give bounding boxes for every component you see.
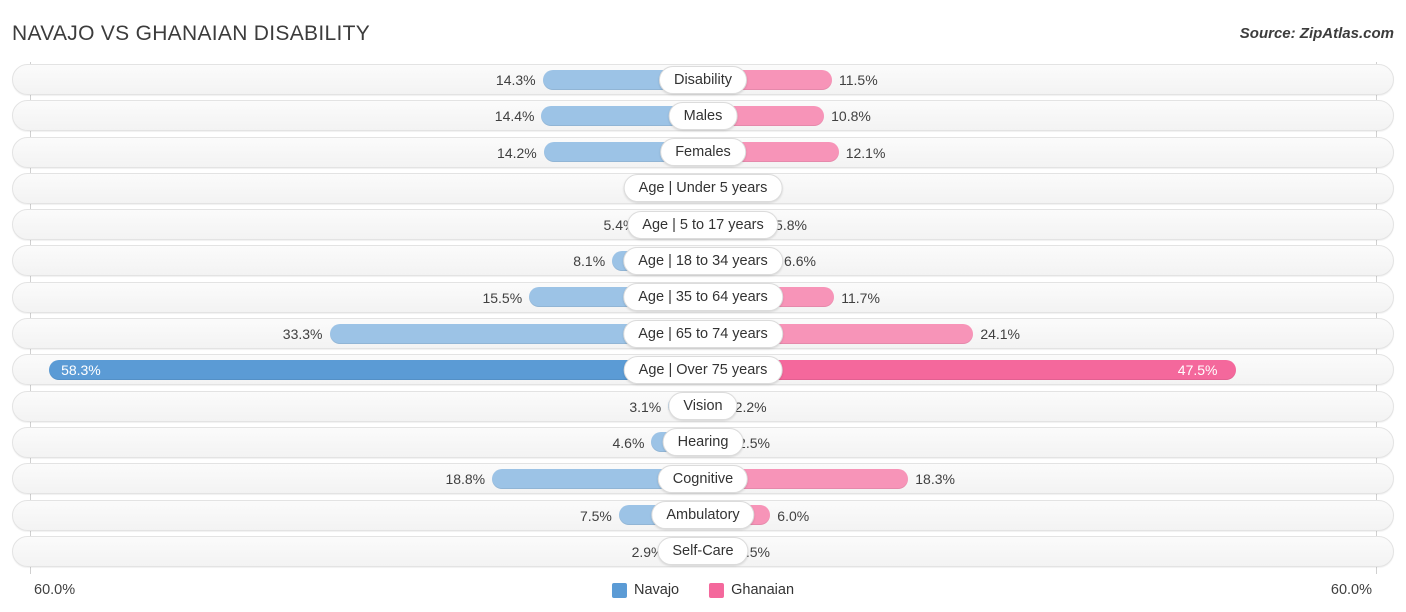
row-bars: 8.1% 6.6% Age | 18 to 34 years xyxy=(0,243,1406,279)
value-label-ghanaian: 6.6% xyxy=(784,253,816,270)
row-bars: 14.2% 12.1% Females xyxy=(0,135,1406,171)
value-label-ghanaian: 47.5% xyxy=(1177,362,1218,379)
chart-row: 14.2% 12.1% Females xyxy=(0,135,1406,171)
category-label: Disability xyxy=(658,65,748,94)
category-label: Age | 18 to 34 years xyxy=(623,246,783,275)
chart-row: 1.6%1.2%Age | Under 5 years xyxy=(0,171,1406,207)
value-label-navajo: 58.3% xyxy=(61,362,101,379)
page-title: NAVAJO VS GHANAIAN DISABILITY xyxy=(12,22,371,45)
legend-item[interactable]: Ghanaian xyxy=(709,582,794,598)
row-bars: 58.3% 47.5% Age | Over 75 years xyxy=(0,352,1406,388)
row-bars: 18.8% 18.3% Cognitive xyxy=(0,461,1406,497)
value-label-ghanaian: 11.5% xyxy=(838,72,878,88)
value-label-ghanaian: 11.7% xyxy=(841,289,880,306)
category-label: Age | 65 to 74 years xyxy=(623,319,783,348)
chart-row: 3.1% 2.2% Vision xyxy=(0,389,1406,425)
chart-row: 33.3% 24.1% Age | 65 to 74 years xyxy=(0,316,1406,352)
category-label: Ambulatory xyxy=(651,501,755,530)
category-label: Age | 5 to 17 years xyxy=(627,210,779,239)
chart-row: 4.6% 2.5% Hearing xyxy=(0,425,1406,461)
row-bars: 14.3% 11.5% Disability xyxy=(0,62,1406,98)
axis-max-left: 60.0% xyxy=(34,582,76,598)
bar-ghanaian xyxy=(703,359,1236,380)
chart-row: 8.1% 6.6% Age | 18 to 34 years xyxy=(0,243,1406,279)
category-label: Vision xyxy=(668,392,738,421)
legend-swatch-icon xyxy=(611,582,627,598)
chart-row: 15.5% 11.7% Age | 35 to 64 years xyxy=(0,280,1406,316)
row-bars: 7.5% 6.0% Ambulatory xyxy=(0,498,1406,534)
row-bars: 15.5% 11.7% Age | 35 to 64 years xyxy=(0,280,1406,316)
value-label-navajo: 14.4% xyxy=(494,108,535,125)
legend-label: Navajo xyxy=(633,582,680,598)
bar-navajo xyxy=(49,359,703,380)
chart-row: 5.4% 5.8% Age | 5 to 17 years xyxy=(0,207,1406,243)
category-label: Hearing xyxy=(662,428,744,457)
value-label-ghanaian: 18.3% xyxy=(915,471,955,488)
axis-max-right: 60.0% xyxy=(1330,582,1372,598)
row-bars: 33.3% 24.1% Age | 65 to 74 years xyxy=(0,316,1406,352)
chart-header: NAVAJO VS GHANAIAN DISABILITY Source: Zi… xyxy=(0,0,1406,58)
category-label: Males xyxy=(668,101,738,130)
category-label: Age | Under 5 years xyxy=(623,174,783,203)
value-label-navajo: 14.3% xyxy=(495,72,536,88)
value-label-ghanaian: 2.2% xyxy=(734,398,767,415)
chart-rows: 14.3% 11.5% Disability 14.4% 10.8% Males 14.2%… xyxy=(0,62,1406,570)
value-label-ghanaian: 6.0% xyxy=(777,507,810,524)
value-label-ghanaian: 12.1% xyxy=(845,144,886,161)
diverging-bar-chart: 14.3% 11.5% Disability 14.4% 10.8% Males 14.2%… xyxy=(0,62,1406,574)
source-attribution: Source: ZipAtlas.com xyxy=(1239,25,1394,42)
value-label-navajo: 18.8% xyxy=(445,471,486,488)
value-label-navajo: 33.3% xyxy=(282,326,323,343)
category-label: Self-Care xyxy=(657,537,749,566)
chart-legend: Navajo Ghanaian xyxy=(611,582,794,598)
category-label: Age | Over 75 years xyxy=(623,355,783,384)
value-label-ghanaian: 24.1% xyxy=(980,326,1021,343)
row-bars: 1.6%1.2%Age | Under 5 years xyxy=(0,171,1406,207)
value-label-navajo: 7.5% xyxy=(579,507,612,524)
category-label: Age | 35 to 64 years xyxy=(623,283,783,312)
category-label: Cognitive xyxy=(657,464,749,493)
legend-label: Ghanaian xyxy=(731,582,795,598)
legend-item[interactable]: Navajo xyxy=(611,582,680,598)
chart-row: 2.9% 2.5% Self-Care xyxy=(0,534,1406,570)
row-bars: 4.6% 2.5% Hearing xyxy=(0,425,1406,461)
legend-swatch-icon xyxy=(709,582,725,598)
value-label-navajo: 15.5% xyxy=(482,289,523,306)
row-bars: 3.1% 2.2% Vision xyxy=(0,389,1406,425)
value-label-navajo: 3.1% xyxy=(629,398,662,415)
value-label-navajo: 14.2% xyxy=(497,144,537,161)
chart-footer: 60.0% 60.0% Navajo Ghanaian xyxy=(0,572,1406,612)
chart-row: 14.3% 11.5% Disability xyxy=(0,62,1406,98)
value-label-navajo: 8.1% xyxy=(573,253,606,270)
row-bars: 5.4% 5.8% Age | 5 to 17 years xyxy=(0,207,1406,243)
chart-page: NAVAJO VS GHANAIAN DISABILITY Source: Zi… xyxy=(0,0,1406,612)
value-label-ghanaian: 5.8% xyxy=(775,217,807,234)
row-bars: 2.9% 2.5% Self-Care xyxy=(0,534,1406,570)
chart-row: 14.4% 10.8% Males xyxy=(0,98,1406,134)
chart-row: 18.8% 18.3% Cognitive xyxy=(0,461,1406,497)
category-label: Females xyxy=(660,138,746,167)
value-label-ghanaian: 10.8% xyxy=(831,108,871,125)
row-bars: 14.4% 10.8% Males xyxy=(0,98,1406,134)
value-label-navajo: 4.6% xyxy=(612,434,645,451)
chart-row: 58.3% 47.5% Age | Over 75 years xyxy=(0,352,1406,388)
chart-row: 7.5% 6.0% Ambulatory xyxy=(0,498,1406,534)
